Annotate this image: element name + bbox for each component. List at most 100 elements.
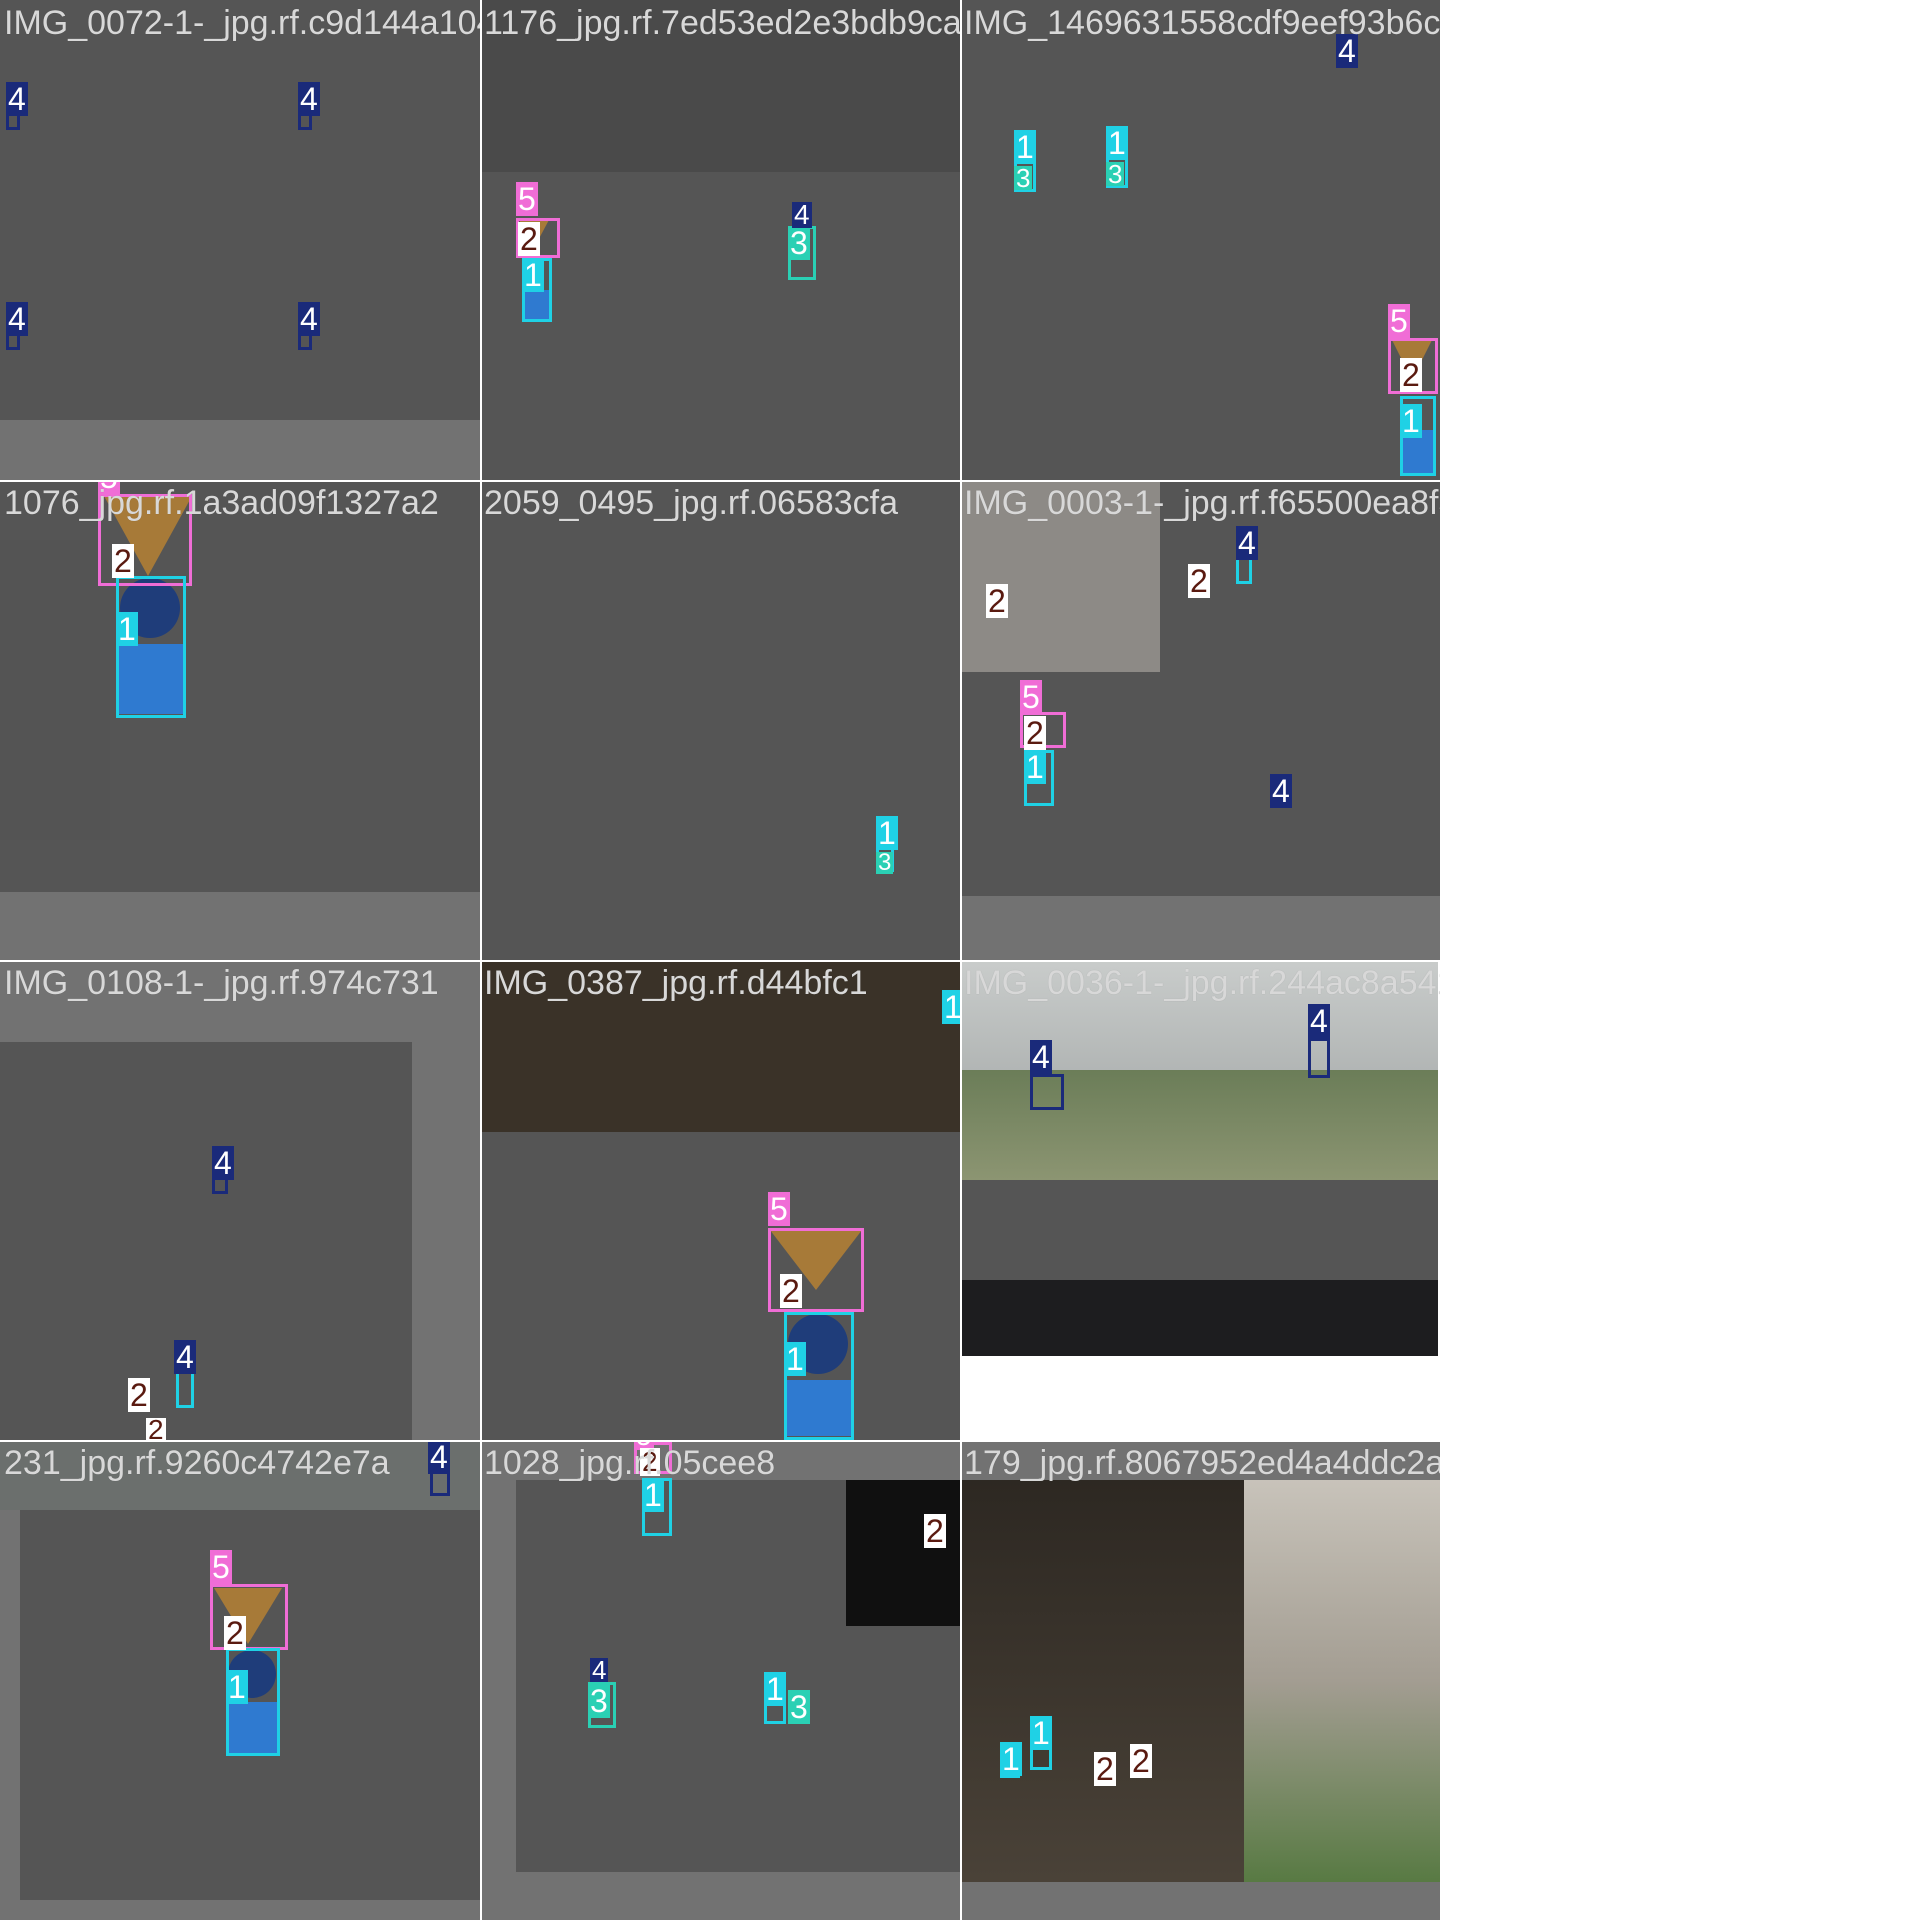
image-filename: 179_jpg.rf.8067952ed4a4ddc2a957754b4c <box>964 1444 1440 1482</box>
bbox-label: 1 <box>876 815 898 851</box>
photo-patch <box>380 200 480 420</box>
photo-patch <box>960 672 1172 896</box>
image-filename: IMG_0003-1-_jpg.rf.f65500ea8f3c6aae4546d <box>964 484 1440 522</box>
bbox-label: 1 <box>226 1669 248 1705</box>
mosaic-tile: IMG_0072-1-_jpg.rf.c9d144a1042bfe5928edd… <box>0 0 480 480</box>
bbox-class-5 <box>210 1584 288 1650</box>
bbox-label: 1 <box>1106 125 1128 161</box>
image-filename: 1028_jpg.rf.05cee8 <box>484 1444 776 1482</box>
photo-patch <box>960 284 1242 480</box>
bbox-label: 3 <box>1014 163 1033 193</box>
bbox-label: 1 <box>764 1671 786 1707</box>
bbox-label: 2 <box>780 1273 802 1309</box>
mosaic-tile: IMG_0036-1-_jpg.rf.244ac8a5418412656e 4 … <box>960 960 1440 1440</box>
mosaic-tile: IMG_1469631558cdf9eef93b6cbc2f 1 1 3 3 4… <box>960 0 1440 480</box>
bbox-label: 3 <box>876 849 894 876</box>
bbox-label: 3 <box>588 1683 610 1719</box>
bbox-label: 4 <box>212 1145 234 1181</box>
photo-patch <box>716 350 960 408</box>
grid-divider <box>0 480 1440 482</box>
bbox-label: 4 <box>298 301 320 337</box>
bbox-label: 4 <box>174 1339 196 1375</box>
bbox-label: 4 <box>792 199 812 230</box>
mosaic-grid: IMG_0072-1-_jpg.rf.c9d144a1042bfe5928edd… <box>0 0 1440 1920</box>
image-filename: IMG_0036-1-_jpg.rf.244ac8a5418412656e <box>964 964 1440 1002</box>
photo-patch <box>682 570 960 960</box>
bbox-label: 3 <box>788 1689 810 1725</box>
photo-patch <box>516 1810 846 1872</box>
grid-divider <box>0 960 1440 962</box>
mosaic-tile: IMG_0387_jpg.rf.d44bfc1 1 5 2 1 <box>480 960 960 1440</box>
bbox-label: 2 <box>1094 1751 1116 1787</box>
bbox-label: 4 <box>590 1655 609 1685</box>
image-filename: 2059_0495_jpg.rf.06583cfa <box>484 484 899 522</box>
photo-patch <box>0 540 110 840</box>
photo-patch <box>846 1626 960 1872</box>
bbox-label: 1 <box>942 990 960 1024</box>
photo-patch <box>0 1042 116 1262</box>
bbox-class-4 <box>1030 1074 1064 1110</box>
bbox-label: 3 <box>1106 159 1125 189</box>
image-filename: IMG_0108-1-_jpg.rf.974c731 <box>4 964 439 1002</box>
bbox-label: 5 <box>1020 679 1042 715</box>
bbox-label: 2 <box>518 221 540 257</box>
mosaic-tile: 1076_jpg.rf.1a3ad09f1327a2 5 2 1 <box>0 480 480 960</box>
photo-patch <box>0 200 200 420</box>
bbox-label: 2 <box>1130 1743 1152 1779</box>
mosaic-tile: 231_jpg.rf.9260c4742e7a 4 5 2 1 <box>0 1440 480 1920</box>
mosaic-tile: IMG_0108-1-_jpg.rf.974c731 4 4 2 2 <box>0 960 480 1440</box>
photo-patch <box>20 1520 180 1820</box>
photo-patch <box>116 1042 412 1262</box>
bbox-label: 1 <box>522 257 544 293</box>
photo-patch <box>0 1262 116 1440</box>
mosaic-tile: 1028_jpg.rf.05cee8 5 2 1 2 4 3 1 3 <box>480 1440 960 1920</box>
photo-patch <box>116 1262 296 1440</box>
bbox-label: 4 <box>428 1440 450 1475</box>
bbox-label: 4 <box>1270 773 1292 809</box>
bbox-label: 2 <box>146 1414 166 1440</box>
bbox-label: 4 <box>1236 525 1258 561</box>
mosaic-tile: 2059_0495_jpg.rf.06583cfa 1 3 <box>480 480 960 960</box>
image-filename: IMG_0072-1-_jpg.rf.c9d144a1042bfe5928edd… <box>4 4 480 42</box>
mosaic-tile: 179_jpg.rf.8067952ed4a4ddc2a957754b4c 1 … <box>960 1440 1440 1920</box>
bbox-label: 4 <box>6 301 28 337</box>
photo-patch <box>200 200 380 420</box>
bbox-class-1 <box>116 576 186 718</box>
bbox-label: 5 <box>768 1191 790 1227</box>
bbox-label: 2 <box>128 1377 150 1413</box>
photo-patch <box>960 1180 1438 1280</box>
bbox-label: 5 <box>516 181 538 217</box>
bbox-label: 4 <box>298 81 320 117</box>
photo-patch <box>480 570 682 960</box>
mosaic-tile: 1176_jpg.rf.7ed53ed2e3bdb9ca 5 2 1 3 4 <box>480 0 960 480</box>
bbox-label: 2 <box>112 543 134 579</box>
bbox-label: 4 <box>1308 1003 1330 1039</box>
bbox-label: 1 <box>1030 1715 1052 1751</box>
photo-patch <box>960 1280 1438 1356</box>
bbox-label: 1 <box>1014 129 1036 165</box>
image-filename: 1176_jpg.rf.7ed53ed2e3bdb9ca <box>484 4 960 42</box>
bbox-label: 1 <box>642 1477 664 1513</box>
image-filename: 1076_jpg.rf.1a3ad09f1327a2 <box>4 484 439 522</box>
bbox-label: 2 <box>1400 357 1422 393</box>
image-filename: 231_jpg.rf.9260c4742e7a <box>4 1444 390 1482</box>
bbox-label: 3 <box>788 225 810 261</box>
bbox-label: 5 <box>1388 303 1410 339</box>
bbox-label: 2 <box>1188 563 1210 599</box>
bbox-label: 2 <box>1024 715 1046 751</box>
bbox-label: 2 <box>224 1615 246 1651</box>
bbox-label: 4 <box>6 81 28 117</box>
photo-patch <box>296 1262 412 1440</box>
photo-patch <box>1172 672 1440 896</box>
image-filename: IMG_0387_jpg.rf.d44bfc1 <box>484 964 868 1002</box>
bbox-label: 2 <box>986 583 1008 619</box>
bbox-label: 1 <box>116 611 138 647</box>
image-filename: IMG_1469631558cdf9eef93b6cbc2f <box>964 4 1440 42</box>
bbox-label: 5 <box>210 1549 232 1585</box>
bbox-label: 2 <box>924 1513 946 1549</box>
photo-patch <box>1244 1480 1440 1882</box>
photo-patch <box>960 1480 1244 1882</box>
bbox-label: 1 <box>1400 403 1422 439</box>
bbox-label: 1 <box>1000 1741 1022 1777</box>
photo-patch <box>480 408 960 480</box>
